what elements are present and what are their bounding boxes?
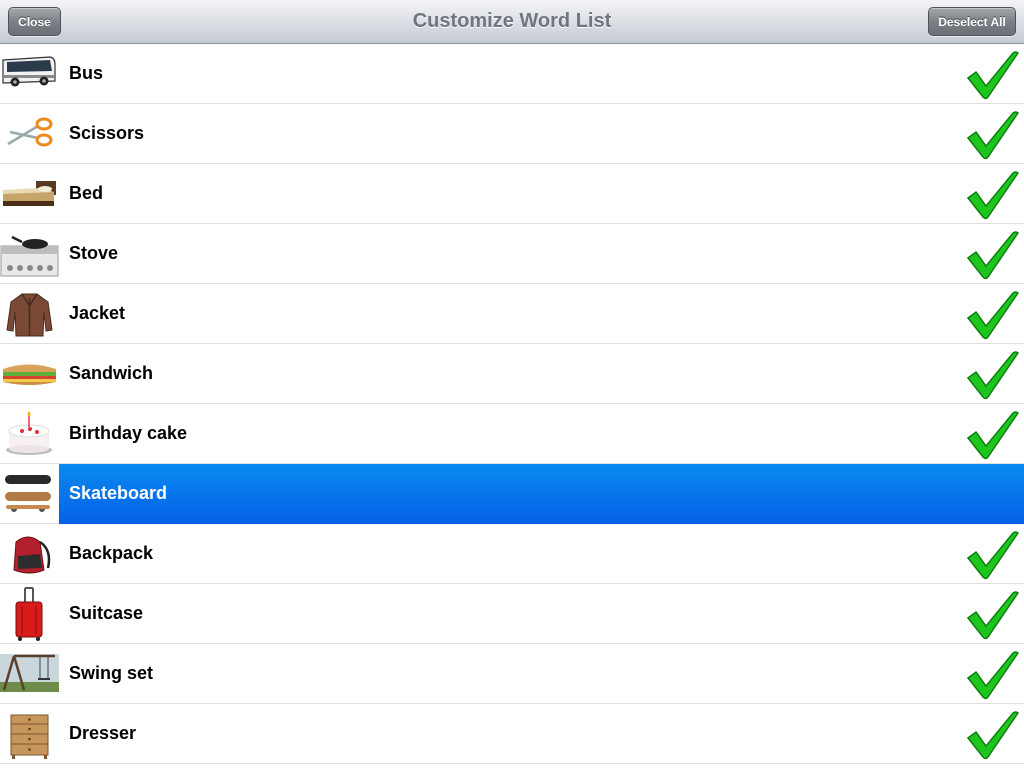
word-row-birthday-cake[interactable]: Birthday cake <box>0 404 1024 464</box>
word-label: Scissors <box>69 123 145 143</box>
scissors-icon <box>0 104 59 163</box>
word-row-sandwich[interactable]: Sandwich <box>0 344 1024 404</box>
word-row-jacket[interactable]: Jacket <box>0 284 1024 344</box>
word-label: Sandwich <box>69 363 154 383</box>
word-label: Jacket <box>69 303 126 323</box>
word-row-dresser[interactable]: Dresser <box>0 704 1024 764</box>
suitcase-icon <box>0 584 59 643</box>
word-label: Swing set <box>69 663 154 683</box>
word-row-swing-set[interactable]: Swing set <box>0 644 1024 704</box>
word-label: Stove <box>69 243 119 263</box>
word-row-scissors[interactable]: Scissors <box>0 104 1024 164</box>
word-label: Bed <box>69 183 104 203</box>
backpack-icon <box>0 524 59 583</box>
deselect-all-button[interactable]: Deselect All <box>928 7 1016 36</box>
checkmark-icon <box>966 291 1019 340</box>
close-button[interactable]: Close <box>8 7 61 36</box>
selection-highlight <box>59 464 1024 524</box>
word-label: Dresser <box>69 723 137 743</box>
word-row-skateboard[interactable]: Skateboard <box>0 464 1024 524</box>
word-row-suitcase[interactable]: Suitcase <box>0 584 1024 644</box>
birthday-cake-icon <box>0 404 59 463</box>
swing-set-icon <box>0 644 59 703</box>
word-label: Bus <box>69 63 104 83</box>
word-row-bed[interactable]: Bed <box>0 164 1024 224</box>
bus-icon <box>0 44 59 103</box>
checkmark-icon <box>966 111 1019 160</box>
dresser-icon <box>0 704 59 763</box>
checkmark-icon <box>966 411 1019 460</box>
stove-icon <box>0 224 59 283</box>
word-row-stove[interactable]: Stove <box>0 224 1024 284</box>
checkmark-icon <box>966 171 1019 220</box>
page-title: Customize Word List <box>412 10 612 32</box>
bed-icon <box>0 164 59 223</box>
checkmark-icon <box>966 531 1019 580</box>
word-label: Backpack <box>69 543 154 563</box>
word-row-backpack[interactable]: Backpack <box>0 524 1024 584</box>
navigation-bar: Customize Word List Close Deselect All <box>0 0 1024 44</box>
checkmark-icon <box>966 51 1019 100</box>
checkmark-icon <box>966 591 1019 640</box>
word-label: Skateboard <box>69 483 168 503</box>
jacket-icon <box>0 284 59 343</box>
checkmark-icon <box>966 231 1019 280</box>
word-label: Birthday cake <box>69 423 188 443</box>
checkmark-icon <box>966 651 1019 700</box>
checkmark-icon <box>966 711 1019 760</box>
word-list: Bus Scissors Bed Stove Jacket Sandwich B… <box>0 44 1024 764</box>
sandwich-icon <box>0 344 59 403</box>
skateboard-icon <box>0 464 59 523</box>
word-label: Suitcase <box>69 603 144 623</box>
word-row-bus[interactable]: Bus <box>0 44 1024 104</box>
checkmark-icon <box>966 351 1019 400</box>
